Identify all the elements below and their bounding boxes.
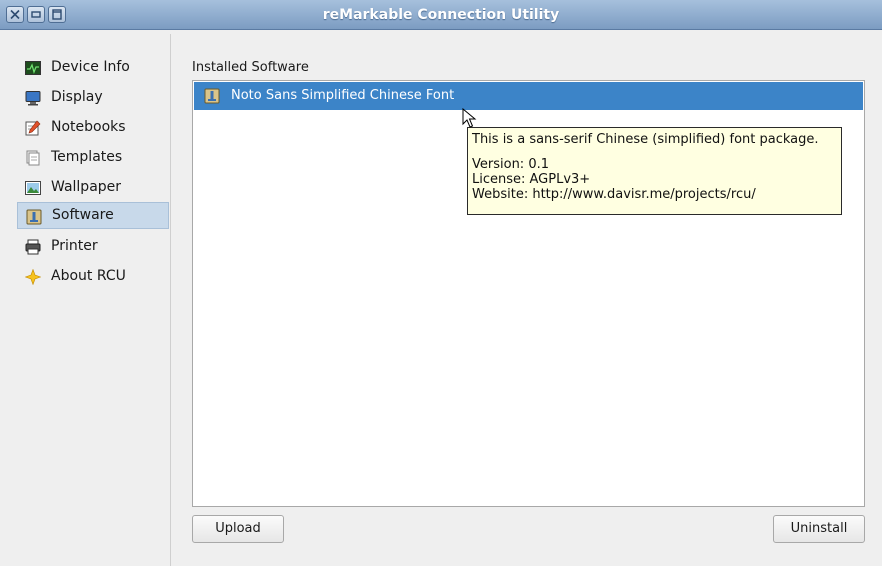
section-label: Installed Software — [192, 60, 309, 75]
notebooks-icon — [25, 120, 41, 136]
mouse-cursor-icon — [462, 108, 477, 128]
display-icon — [25, 91, 41, 106]
software-icon — [26, 209, 42, 225]
window-title: reMarkable Connection Utility — [322, 7, 560, 23]
templates-icon — [26, 150, 40, 166]
tooltip-version: Version: 0.1 — [472, 157, 549, 172]
sidebar-item-notebooks[interactable]: Notebooks — [17, 114, 169, 141]
sidebar-item-label: Display — [51, 89, 103, 105]
tooltip-website: Website: http://www.davisr.me/projects/r… — [472, 187, 756, 202]
sidebar-item-label: About RCU — [51, 268, 126, 284]
printer-icon — [25, 239, 41, 255]
tooltip-description: This is a sans-serif Chinese (simplified… — [472, 132, 819, 147]
sidebar-item-about-rcu[interactable]: About RCU — [17, 263, 169, 290]
sidebar-item-printer[interactable]: Printer — [17, 233, 169, 260]
tooltip-license: License: AGPLv3+ — [472, 172, 591, 187]
package-tooltip: This is a sans-serif Chinese (simplified… — [467, 127, 842, 215]
sidebar-item-label: Templates — [51, 149, 123, 165]
sidebar-item-label: Software — [52, 207, 114, 223]
sidebar-item-software[interactable]: Software — [17, 202, 169, 229]
upload-button[interactable]: Upload — [192, 515, 284, 543]
package-icon — [204, 88, 220, 104]
about-star-icon — [25, 269, 41, 285]
uninstall-button[interactable]: Uninstall — [773, 515, 865, 543]
sidebar-item-label: Device Info — [51, 59, 130, 75]
list-item[interactable]: Noto Sans Simplified Chinese Font — [194, 82, 863, 110]
sidebar: Device Info Display Notebooks Templates … — [10, 34, 171, 566]
sidebar-item-display[interactable]: Display — [17, 84, 169, 111]
sidebar-item-device-info[interactable]: Device Info — [17, 54, 169, 81]
device-info-icon — [25, 61, 41, 75]
sidebar-item-wallpaper[interactable]: Wallpaper — [17, 174, 169, 201]
titlebar[interactable]: reMarkable Connection Utility — [0, 0, 882, 30]
software-panel: Installed Software Noto Sans Simplified … — [171, 34, 882, 566]
wallpaper-icon — [25, 181, 41, 195]
sidebar-item-label: Wallpaper — [51, 179, 122, 195]
app-window: reMarkable Connection Utility Device Inf… — [0, 0, 882, 566]
sidebar-item-label: Notebooks — [51, 119, 126, 135]
sidebar-item-label: Printer — [51, 238, 98, 254]
sidebar-item-templates[interactable]: Templates — [17, 144, 169, 171]
package-name: Noto Sans Simplified Chinese Font — [231, 88, 455, 103]
